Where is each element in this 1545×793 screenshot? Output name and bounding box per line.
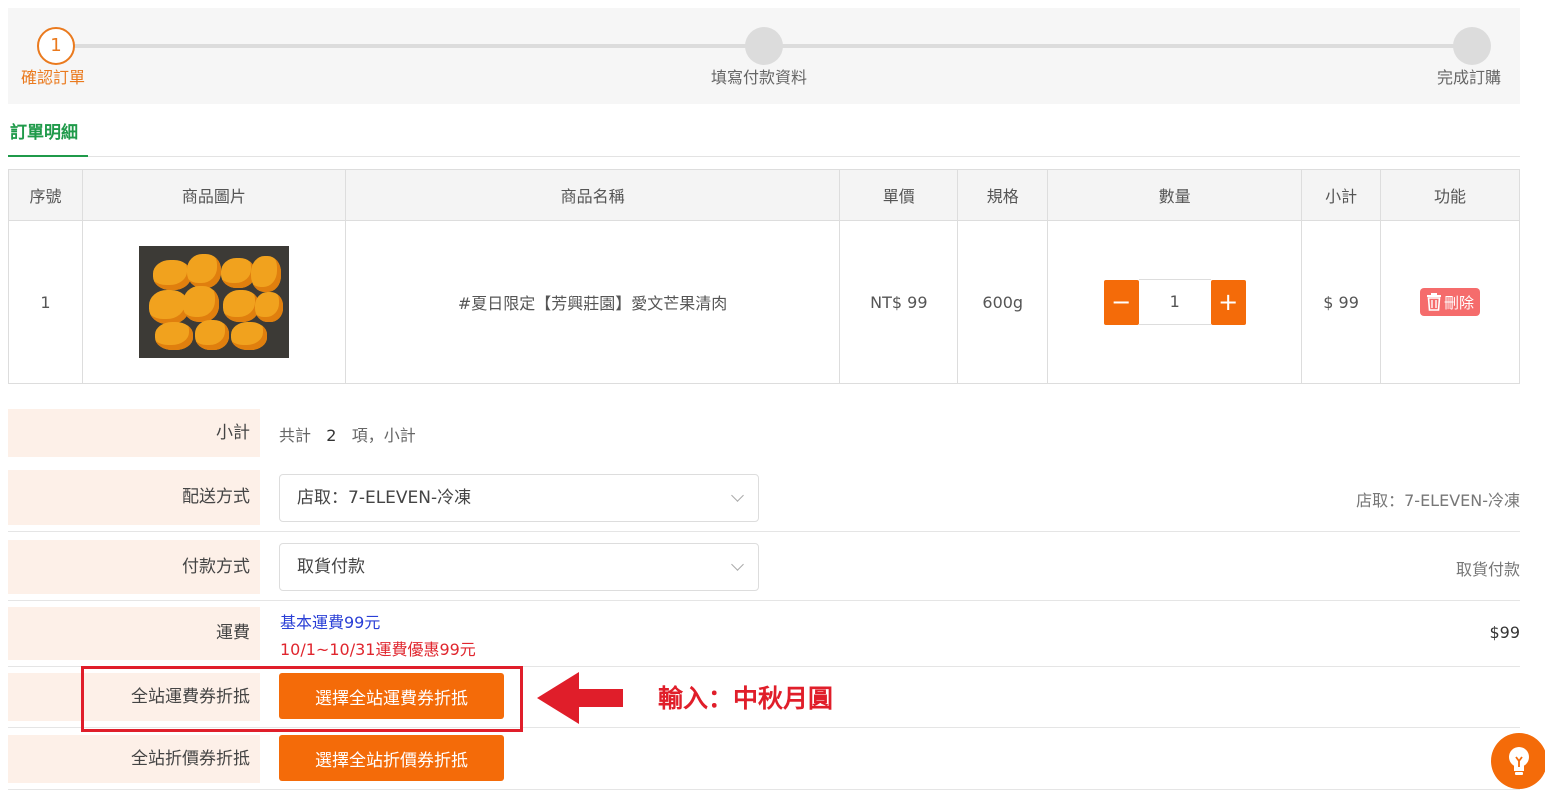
- shipping-method-label: 配送方式: [8, 470, 260, 525]
- col-name: 商品名稱: [344, 169, 841, 221]
- order-items-table: 序號 商品圖片 商品名稱 單價 規格 數量 小計 功能 1 #夏日限定【芳興莊園…: [8, 169, 1520, 384]
- step-1-circle: 1: [37, 27, 75, 65]
- shipping-method-select[interactable]: 店取：7-ELEVEN-冷凍: [279, 474, 759, 522]
- quantity-stepper: − 1 +: [1103, 279, 1246, 325]
- delete-label: 刪除: [1444, 293, 1475, 312]
- annotation-text: 輸入：中秋月圓: [658, 684, 834, 713]
- qty-input[interactable]: 1: [1138, 279, 1211, 325]
- step-1-label: 確認訂單: [21, 68, 86, 87]
- col-index: 序號: [8, 169, 83, 221]
- row-product-name[interactable]: #夏日限定【芳興莊園】愛文芒果清肉: [344, 220, 841, 384]
- section-tabs: 訂單明細: [8, 104, 1520, 157]
- shipping-method-display: 店取：7-ELEVEN-冷凍: [1356, 491, 1520, 510]
- checkout-stepper: 1 確認訂單 填寫付款資料 完成訂購: [8, 8, 1520, 104]
- help-button[interactable]: [1491, 733, 1545, 789]
- col-image: 商品圖片: [81, 169, 346, 221]
- table-header-row: 序號 商品圖片 商品名稱 單價 規格 數量 小計 功能: [8, 169, 1520, 221]
- annotation-highlight-box: [81, 666, 523, 732]
- shipping-method-selected: 店取：7-ELEVEN-冷凍: [297, 488, 472, 508]
- table-row: 1 #夏日限定【芳興莊園】愛文芒果清肉 NT$ 99 600g − 1 + $ …: [8, 220, 1520, 384]
- subtotal-count: 2: [326, 426, 337, 445]
- col-spec: 規格: [957, 169, 1049, 221]
- freight-amount: $99: [1489, 623, 1520, 642]
- step-2-label: 填寫付款資料: [711, 68, 808, 87]
- subtotal-suffix: 項，小計: [351, 426, 416, 445]
- product-image[interactable]: [138, 246, 289, 358]
- payment-method-row: 付款方式 取貨付款 取貨付款: [8, 540, 1520, 601]
- qty-minus-button[interactable]: −: [1103, 279, 1139, 325]
- trash-icon: [1427, 293, 1442, 311]
- freight-basic-note: 基本運費99元: [280, 613, 381, 632]
- payment-method-selected: 取貨付款: [297, 557, 365, 577]
- subtotal-text: 共計 2 項，小計: [279, 422, 416, 446]
- col-actions: 功能: [1380, 169, 1520, 221]
- discount-coupon-label: 全站折價券折抵: [8, 735, 260, 783]
- row-spec: 600g: [957, 220, 1049, 384]
- row-subtotal: $ 99: [1301, 220, 1382, 384]
- discount-coupon-row: 全站折價券折抵 選擇全站折價券折抵: [8, 735, 1520, 790]
- col-qty: 數量: [1047, 169, 1303, 221]
- freight-promo-note: 10/1~10/31運費優惠99元: [280, 640, 476, 659]
- row-price: NT$ 99: [839, 220, 959, 384]
- subtotal-prefix: 共計: [279, 426, 312, 445]
- chevron-down-icon: [731, 558, 744, 571]
- step-3-label: 完成訂購: [1437, 68, 1502, 87]
- freight-row: 運費 基本運費99元 10/1~10/31運費優惠99元 $99: [8, 607, 1520, 667]
- delete-button[interactable]: 刪除: [1420, 288, 1481, 316]
- tab-order-details[interactable]: 訂單明細: [8, 118, 88, 157]
- arrow-left-icon: [537, 672, 623, 724]
- subtotal-label: 小計: [8, 409, 260, 457]
- lightbulb-icon: [1509, 747, 1529, 775]
- chevron-down-icon: [731, 489, 744, 502]
- shipping-method-row: 配送方式 店取：7-ELEVEN-冷凍 店取：7-ELEVEN-冷凍: [8, 470, 1520, 532]
- payment-method-label: 付款方式: [8, 540, 260, 594]
- step-2-circle: [745, 27, 783, 65]
- row-qty-cell: − 1 +: [1047, 220, 1303, 384]
- freight-label: 運費: [8, 607, 260, 660]
- col-subtotal: 小計: [1301, 169, 1382, 221]
- row-index: 1: [8, 220, 83, 384]
- subtotal-row: 小計 共計 2 項，小計: [8, 409, 1520, 457]
- row-actions-cell: 刪除: [1380, 220, 1520, 384]
- qty-plus-button[interactable]: +: [1210, 279, 1246, 325]
- select-discount-coupon-button[interactable]: 選擇全站折價券折抵: [279, 735, 504, 781]
- col-price: 單價: [839, 169, 959, 221]
- step-3-circle: [1453, 27, 1491, 65]
- row-image-cell: [81, 220, 346, 384]
- payment-method-display: 取貨付款: [1455, 560, 1520, 579]
- payment-method-select[interactable]: 取貨付款: [279, 543, 759, 591]
